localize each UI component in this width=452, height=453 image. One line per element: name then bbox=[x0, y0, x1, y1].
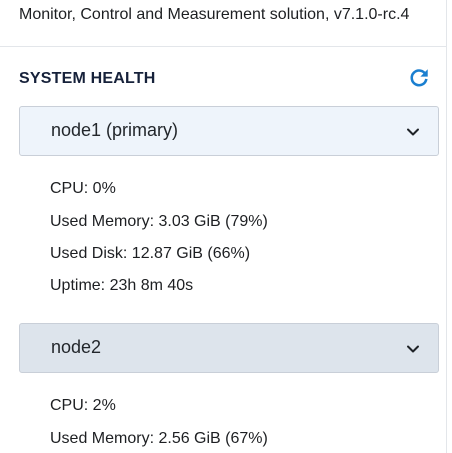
node-name: node2 bbox=[51, 337, 102, 357]
node1-cpu: CPU: 0% bbox=[50, 180, 116, 197]
chevron-down-icon bbox=[407, 128, 419, 136]
node1-uptime: Uptime: 23h 8m 40s bbox=[50, 277, 194, 294]
refresh-icon[interactable] bbox=[408, 67, 430, 89]
node-name: node1 (primary) bbox=[51, 120, 179, 140]
node2-cpu: CPU: 2% bbox=[50, 397, 116, 414]
node2-used-memory: Used Memory: 2.56 GiB (67%) bbox=[50, 430, 268, 447]
node1-used-disk: Used Disk: 12.87 GiB (66%) bbox=[50, 245, 251, 262]
chevron-down-icon bbox=[407, 345, 419, 353]
panel-header: Monitor, Control and Measurement solutio… bbox=[0, 0, 446, 47]
system-health-panel: Monitor, Control and Measurement solutio… bbox=[0, 0, 447, 453]
node1-used-memory: Used Memory: 3.03 GiB (79%) bbox=[50, 213, 268, 230]
node-card-node1[interactable]: node1 (primary) bbox=[19, 106, 439, 156]
section-title: SYSTEM HEALTH bbox=[19, 70, 156, 87]
app-version-text: Monitor, Control and Measurement solutio… bbox=[19, 6, 410, 23]
node-card-node2[interactable]: node2 bbox=[19, 323, 439, 373]
